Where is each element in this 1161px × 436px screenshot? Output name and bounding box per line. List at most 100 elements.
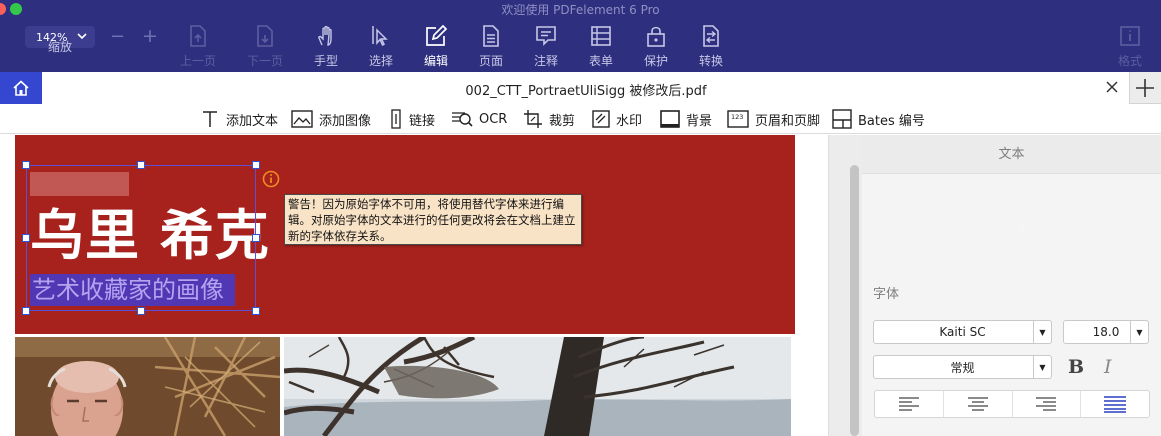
header-footer-button[interactable]: 123 页眉和页脚 <box>727 109 820 129</box>
resize-handle-bottom[interactable] <box>137 307 145 315</box>
text-block-selection-box[interactable] <box>26 165 256 311</box>
crop-button[interactable]: 裁剪 <box>523 109 575 129</box>
info-icon <box>1120 26 1140 46</box>
format-button[interactable]: 格式 <box>1104 22 1156 70</box>
home-tab[interactable] <box>0 72 42 104</box>
document-canvas[interactable]: 乌里 希克 艺术收藏家的画像 警告！因为原始字体不可用，将使用替代字体来进行编辑… <box>0 135 828 436</box>
page-tool-button[interactable]: 页面 <box>465 22 517 70</box>
convert-tool-button[interactable]: 转换 <box>685 22 737 70</box>
tree-landscape-photo <box>284 337 791 436</box>
font-preview: 示例 <box>996 222 1027 240</box>
watermark-button[interactable]: 水印 <box>592 109 642 129</box>
main-toolbar: 欢迎使用 PDFelement 6 Pro 图 142% 缩放 − + 上一页 … <box>0 0 1161 72</box>
prev-page-button[interactable]: 上一页 <box>172 22 224 70</box>
panel-title: 文本 <box>862 135 1161 174</box>
landscape-image <box>284 337 791 436</box>
ocr-button[interactable]: OCR <box>451 109 507 129</box>
header-footer-number: 123 <box>731 113 743 121</box>
resize-handle-top-left[interactable] <box>22 161 30 169</box>
add-text-label: 添加文本 <box>226 113 279 129</box>
dropdown-arrow-icon: ▼ <box>1130 321 1148 343</box>
link-label: 链接 <box>409 113 436 129</box>
warning-info-icon[interactable] <box>262 170 280 188</box>
zoom-label: 缩放 <box>47 40 72 54</box>
next-page-button[interactable]: 下一页 <box>239 22 291 70</box>
align-center-button[interactable] <box>944 391 1013 417</box>
sidebar-button[interactable]: 图 <box>0 22 14 70</box>
comment-label: 注释 <box>533 54 558 68</box>
bold-button[interactable]: B <box>1068 356 1084 378</box>
align-left-button[interactable] <box>875 391 944 417</box>
bates-number-button[interactable]: Bates 编号 <box>832 109 925 129</box>
watermark-icon <box>592 110 610 128</box>
hand-label: 手型 <box>313 54 338 68</box>
select-label: 选择 <box>368 54 393 68</box>
prev-page-label: 上一页 <box>179 54 216 68</box>
align-justify-button[interactable] <box>1081 391 1149 417</box>
cursor-icon <box>372 26 388 46</box>
vertical-scrollbar[interactable] <box>850 165 859 436</box>
text-align-group <box>874 390 1150 418</box>
zoom-in-button[interactable]: + <box>142 25 158 47</box>
font-family-value: Kaiti SC <box>939 325 986 339</box>
edit-toolbar: 添加文本 添加图像 链接 OCR 裁剪 水印 背景 123 页眉和页脚 Bate… <box>0 104 1161 134</box>
new-tab-plus-icon[interactable] <box>1133 76 1157 100</box>
add-image-label: 添加图像 <box>319 113 372 129</box>
form-tool-button[interactable]: 表单 <box>575 22 627 70</box>
crop-label: 裁剪 <box>549 113 576 129</box>
close-icon[interactable] <box>1105 80 1119 94</box>
background-button[interactable]: 背景 <box>660 109 712 129</box>
tab-bar: 002_CTT_PortraetUliSigg 被修改后.pdf <box>0 72 1161 104</box>
font-warning-tooltip: 警告！因为原始字体不可用，将使用替代字体来进行编辑。对原始字体的文本进行的任何更… <box>284 194 582 245</box>
hand-tool-button[interactable]: 手型 <box>300 22 352 70</box>
bates-label: Bates 编号 <box>858 113 925 129</box>
document-tab-title: 002_CTT_PortraetUliSigg 被修改后.pdf <box>465 84 707 99</box>
bates-icon <box>832 109 852 129</box>
lock-icon <box>647 26 665 47</box>
font-family-select[interactable]: Kaiti SC ▼ <box>873 320 1052 344</box>
link-icon <box>391 109 401 129</box>
document-tab[interactable]: 002_CTT_PortraetUliSigg 被修改后.pdf <box>42 72 1130 104</box>
dropdown-arrow-icon: ▼ <box>1033 356 1051 378</box>
add-image-button[interactable]: 添加图像 <box>291 109 371 129</box>
image-icon <box>291 110 313 128</box>
portrait-photo <box>15 337 280 436</box>
align-left-icon <box>898 397 919 411</box>
resize-handle-top-right[interactable] <box>252 161 260 169</box>
next-page-label: 下一页 <box>246 54 283 68</box>
page-label: 页面 <box>478 54 503 68</box>
edit-icon <box>426 24 448 46</box>
resize-handle-left[interactable] <box>22 234 30 242</box>
window-title: 欢迎使用 PDFelement 6 Pro <box>501 3 660 17</box>
font-size-select[interactable]: 18.0 ▼ <box>1063 320 1149 344</box>
background-icon <box>660 110 680 128</box>
select-tool-button[interactable]: 选择 <box>355 22 407 70</box>
protect-tool-button[interactable]: 保护 <box>630 22 682 70</box>
form-icon <box>591 26 611 46</box>
edit-label: 编辑 <box>423 54 448 68</box>
add-text-button[interactable]: 添加文本 <box>200 109 278 129</box>
page-down-icon <box>257 25 273 47</box>
comment-icon <box>536 26 556 46</box>
resize-handle-right[interactable] <box>252 234 260 242</box>
text-icon <box>203 111 217 127</box>
edit-tool-button[interactable]: 编辑 <box>410 22 462 70</box>
resize-handle-top[interactable] <box>137 161 145 169</box>
align-center-icon <box>967 397 988 411</box>
watermark-label: 水印 <box>616 113 643 129</box>
zoom-out-button[interactable]: − <box>110 26 125 47</box>
link-button[interactable]: 链接 <box>389 109 435 129</box>
font-style-select[interactable]: 常规 ▼ <box>873 355 1052 379</box>
form-label: 表单 <box>588 54 613 68</box>
align-right-button[interactable] <box>1013 391 1082 417</box>
protect-label: 保护 <box>643 54 668 68</box>
italic-button[interactable]: I <box>1104 356 1112 378</box>
convert-label: 转换 <box>698 54 723 68</box>
resize-handle-bottom-left[interactable] <box>22 307 30 315</box>
zoom-label-item: 缩放 <box>34 34 86 64</box>
comment-tool-button[interactable]: 注释 <box>520 22 572 70</box>
font-size-value: 18.0 <box>1092 325 1120 339</box>
align-right-icon <box>1036 397 1057 411</box>
ocr-icon <box>452 112 473 127</box>
resize-handle-bottom-right[interactable] <box>252 307 260 315</box>
